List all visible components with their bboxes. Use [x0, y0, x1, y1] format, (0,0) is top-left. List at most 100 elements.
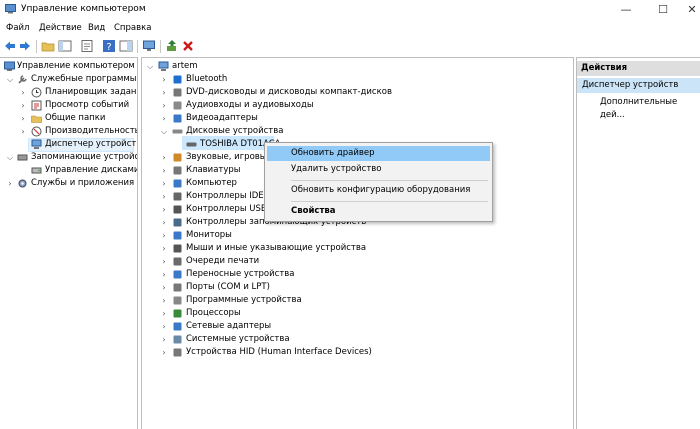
chevron-right-icon[interactable]: ›: [160, 112, 168, 125]
device-category-portable-devices[interactable]: › Переносные устройства: [142, 268, 572, 281]
menu-properties[interactable]: Свойства: [267, 204, 490, 219]
device-category-label: Звуковые, игровые: [186, 152, 272, 162]
chevron-right-icon[interactable]: ›: [160, 229, 168, 242]
chevron-right-icon[interactable]: ›: [19, 99, 27, 112]
storage-controllers-icon: [173, 218, 182, 227]
menu-scan-hardware[interactable]: Обновить конфигурацию оборудования: [267, 183, 490, 198]
chevron-right-icon[interactable]: ›: [160, 164, 168, 177]
view-icon[interactable]: [119, 39, 133, 53]
chevron-right-icon[interactable]: ›: [160, 216, 168, 229]
tree-node-label: Запоминающие устройст: [31, 152, 138, 162]
device-category-print-queues[interactable]: › Очереди печати: [142, 255, 572, 268]
tree-node-shared-folders[interactable]: › Общие папки: [0, 112, 137, 125]
chevron-right-icon[interactable]: ›: [160, 190, 168, 203]
chevron-right-icon[interactable]: ›: [160, 242, 168, 255]
menu-view[interactable]: Вид: [88, 23, 105, 33]
chevron-right-icon[interactable]: ›: [160, 268, 168, 281]
device-category-audio-io[interactable]: › Аудиовходы и аудиовыходы: [142, 99, 572, 112]
disk-drives-icon: [172, 129, 183, 134]
chevron-right-icon[interactable]: ›: [19, 86, 27, 99]
menu-file[interactable]: Файл: [6, 23, 29, 33]
tree-node-device-manager[interactable]: Диспетчер устройств: [0, 138, 137, 151]
actions-device-manager[interactable]: Диспетчер устройств: [577, 78, 700, 93]
device-category-hid-devices[interactable]: › Устройства HID (Human Interface Devices…: [142, 346, 572, 359]
device-category-label: Мыши и иные указывающие устройства: [186, 243, 367, 253]
chevron-right-icon[interactable]: ›: [19, 112, 27, 125]
forward-icon[interactable]: [18, 39, 32, 53]
console-tree-icon[interactable]: [58, 39, 72, 53]
chevron-right-icon[interactable]: ›: [160, 177, 168, 190]
maximize-button[interactable]: ☐: [647, 0, 679, 20]
update-driver-icon[interactable]: [165, 39, 179, 53]
device-category-display-adapters[interactable]: › Видеоадаптеры: [142, 112, 572, 125]
chevron-right-icon[interactable]: ›: [160, 99, 168, 112]
menu-update-driver[interactable]: Обновить драйвер: [267, 146, 490, 161]
device-category-dvd-drives[interactable]: › DVD-дисководы и дисководы компакт-диско…: [142, 86, 572, 99]
chevron-right-icon[interactable]: ›: [160, 281, 168, 294]
chevron-right-icon[interactable]: ›: [160, 255, 168, 268]
menu-bar: Файл Действие Вид Справка: [0, 20, 700, 37]
chevron-right-icon[interactable]: ›: [160, 294, 168, 307]
chevron-right-icon[interactable]: ›: [160, 86, 168, 99]
device-category-mice[interactable]: › Мыши и иные указывающие устройства: [142, 242, 572, 255]
tree-node-storage[interactable]: ⌵ Запоминающие устройст: [0, 151, 138, 164]
menu-uninstall-device[interactable]: Удалить устройство: [267, 162, 490, 177]
tree-node-event-viewer[interactable]: › Просмотр событий: [0, 99, 137, 112]
monitor-icon[interactable]: [142, 39, 156, 53]
chevron-right-icon[interactable]: ›: [160, 151, 168, 164]
chevron-right-icon[interactable]: ›: [160, 73, 168, 86]
tree-node-performance[interactable]: › Производительность: [0, 125, 137, 138]
chevron-right-icon[interactable]: ›: [160, 320, 168, 333]
services-icon: [18, 179, 27, 188]
device-category-bluetooth[interactable]: › Bluetooth: [142, 73, 572, 86]
chevron-right-icon[interactable]: ›: [160, 346, 168, 359]
tree-node-system-tools[interactable]: ⌵ Служебные программы: [0, 73, 137, 86]
chevron-right-icon[interactable]: ›: [160, 203, 168, 216]
device-category-monitors[interactable]: › Мониторы: [142, 229, 572, 242]
device-category-label: Bluetooth: [186, 74, 228, 84]
chevron-right-icon[interactable]: ›: [160, 307, 168, 320]
device-category-system-devices[interactable]: › Системные устройства: [142, 333, 572, 346]
tree-node-task-scheduler[interactable]: › Планировщик заданий: [0, 86, 137, 99]
back-icon[interactable]: [3, 39, 17, 53]
device-root[interactable]: ⌵ artem: [142, 60, 572, 73]
chevron-right-icon[interactable]: ›: [6, 177, 14, 190]
toolbar-separator: [160, 40, 161, 53]
actions-header: Действия: [577, 61, 700, 76]
chevron-down-icon[interactable]: ⌵: [6, 73, 14, 86]
chevron-down-icon[interactable]: ⌵: [6, 151, 14, 164]
close-button[interactable]: ✕: [676, 0, 700, 20]
computer-management-icon: [4, 61, 15, 71]
device-category-label: Мониторы: [186, 230, 232, 240]
dvd-drives-icon: [173, 88, 182, 97]
minimize-button[interactable]: —: [610, 0, 642, 20]
help-icon[interactable]: ?: [102, 39, 116, 53]
svg-text:?: ?: [106, 42, 111, 53]
properties-icon[interactable]: [80, 39, 94, 53]
device-category-label: Устройства HID (Human Interface Devices): [186, 347, 372, 357]
chevron-down-icon[interactable]: ⌵: [160, 125, 168, 138]
actions-more-link[interactable]: Дополнительные дей...: [600, 96, 700, 122]
chevron-right-icon[interactable]: ›: [160, 333, 168, 346]
device-category-label: Дисковые устройства: [186, 126, 284, 136]
tree-node-disk-management[interactable]: Управление дисками: [0, 164, 137, 177]
device-category-ports[interactable]: › Порты (COM и LPT): [142, 281, 572, 294]
menu-help[interactable]: Справка: [114, 23, 151, 33]
tree-node-services-apps[interactable]: › Службы и приложения: [0, 177, 137, 190]
device-category-label: Программные устройства: [186, 295, 302, 305]
chevron-down-icon[interactable]: ⌵: [146, 60, 154, 73]
folder-icon[interactable]: [41, 39, 55, 53]
menu-action[interactable]: Действие: [39, 23, 82, 33]
device-category-processors[interactable]: › Процессоры: [142, 307, 572, 320]
device-category-network-adapters[interactable]: › Сетевые адаптеры: [142, 320, 572, 333]
chevron-right-icon[interactable]: ›: [19, 125, 27, 138]
tree-node-computer-management[interactable]: Управление компьютером (л: [0, 60, 138, 73]
device-category-software-devices[interactable]: › Программные устройства: [142, 294, 572, 307]
display-adapters-icon: [173, 114, 182, 123]
tree-node-label: Управление компьютером (л: [17, 61, 138, 71]
network-adapters-icon: [173, 322, 182, 331]
console-tree-pane: Управление компьютером (л ⌵ Служебные пр…: [0, 57, 138, 429]
device-category-disk-drives[interactable]: ⌵ Дисковые устройства: [142, 125, 572, 138]
software-devices-icon: [173, 296, 182, 305]
delete-icon[interactable]: [181, 39, 195, 53]
